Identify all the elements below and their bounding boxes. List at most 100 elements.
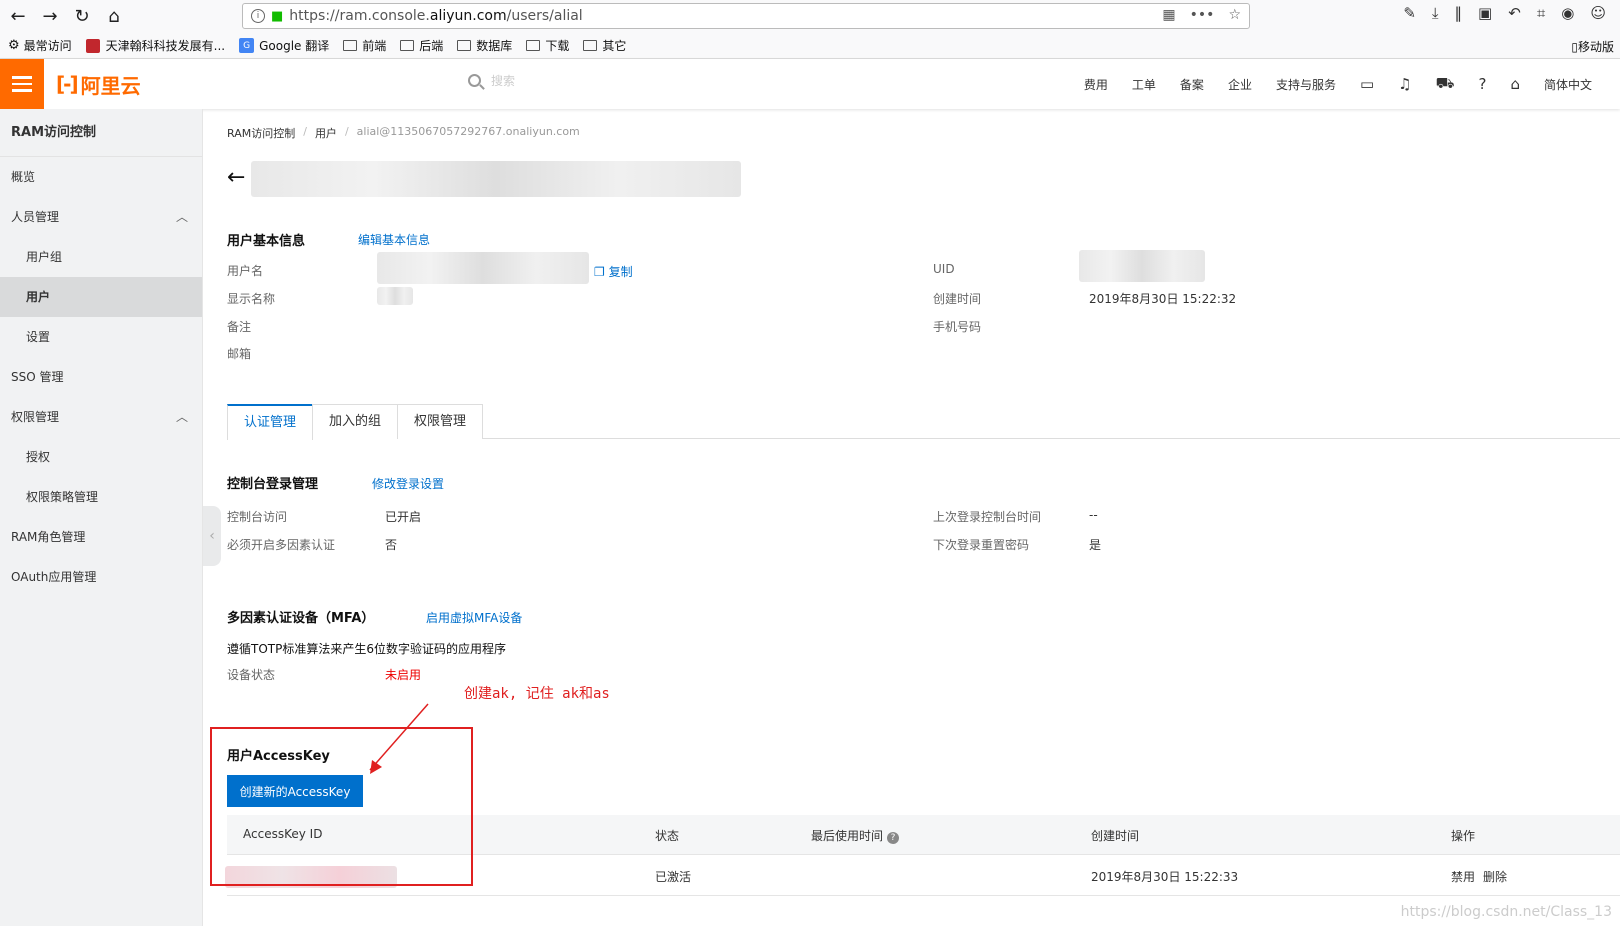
back-icon[interactable]: ← [4,3,32,31]
sidebar-item-oauth[interactable]: OAuth应用管理 [0,557,202,597]
email-label: 邮箱 [227,347,252,361]
star-icon[interactable]: ☆ [1228,7,1241,23]
last-login-label: 上次登录控制台时间 [933,510,1042,524]
bookmark-mobile[interactable]: ▯ 移动版 [1571,38,1614,55]
more-icon[interactable]: ••• [1190,7,1215,23]
bookmark-backend[interactable]: 后端 [400,37,443,54]
aliyun-logo[interactable]: [-] 阿里云 [56,70,141,99]
breadcrumb: RAM访问控制 / 用户 / alial@1135067057292767.on… [227,125,580,141]
tab-permissions[interactable]: 权限管理 [397,404,484,439]
home-icon[interactable]: ⌂ [100,3,128,31]
download-icon[interactable]: ⤓ [1432,4,1439,22]
info-icon[interactable]: i [251,9,265,23]
help-icon[interactable]: ? [887,832,900,844]
mfa-required-label: 必须开启多因素认证 [227,538,336,552]
folder-icon [457,40,472,51]
home-icon[interactable]: ⌂ [1510,75,1520,93]
sidebar-item-groups[interactable]: 用户组 [0,237,202,277]
watermark: https://blog.csdn.net/Class_13 [1400,904,1612,920]
qr-icon[interactable]: ▦ [1162,7,1175,23]
basic-info-title: 用户基本信息 [227,234,306,249]
col-created: 创建时间 [1091,829,1140,843]
nav-support[interactable]: 支持与服务 [1276,76,1336,93]
disable-link[interactable]: 禁用 [1451,868,1475,885]
bookmark-most-visited[interactable]: ⚙ 最常访问 [8,37,72,54]
sidebar-item-users[interactable]: 用户 [0,277,202,317]
delete-link[interactable]: 删除 [1483,868,1507,885]
folder-icon [343,40,358,51]
forward-icon[interactable]: → [36,3,64,31]
bookmark-frontend[interactable]: 前端 [343,37,386,54]
search-icon [468,74,481,87]
reset-password-value: 是 [1089,538,1102,552]
bookmark-other[interactable]: 其它 [583,37,626,54]
edit-login-link[interactable]: 修改登录设置 [372,475,444,492]
nav-record[interactable]: 备案 [1180,76,1204,93]
search-box[interactable]: 搜索 [468,72,515,89]
sidebar-item-people[interactable]: 人员管理 ︿ [0,197,202,237]
bookmark-database[interactable]: 数据库 [457,37,512,54]
tab-groups[interactable]: 加入的组 [312,404,399,439]
breadcrumb-users[interactable]: 用户 [315,125,337,141]
row-status: 已激活 [655,870,692,884]
lock-icon: ■ [271,8,284,24]
nav-ticket[interactable]: 工单 [1132,76,1156,93]
bell-icon[interactable]: ♫ [1398,75,1411,93]
folder-icon [583,40,598,51]
sidebar-item-settings[interactable]: 设置 [0,317,202,357]
terminal-icon[interactable]: ▭ [1360,75,1374,93]
wrench-icon[interactable]: ✎ [1403,4,1416,22]
phone-icon: ▯ [1571,39,1578,54]
sidebar-item-permissions[interactable]: 权限管理 ︿ [0,397,202,437]
chevron-up-icon: ︿ [175,410,188,424]
sidebar-item-policies[interactable]: 权限策略管理 [0,477,202,517]
nav-fee[interactable]: 费用 [1084,76,1108,93]
bookmark-tianjin[interactable]: 天津翰科科技发展有... [85,37,225,54]
console-access-label: 控制台访问 [227,510,288,524]
created-time-value: 2019年8月30日 15:22:32 [1089,292,1237,306]
cart-icon[interactable]: ⛟ [1436,74,1455,94]
copy-button[interactable]: ❐ 复制 [594,263,633,280]
account-icon[interactable]: ☺ [1590,4,1606,22]
tab-auth[interactable]: 认证管理 [227,404,314,440]
site-icon [85,38,100,53]
col-last-used: 最后使用时间? [811,827,900,844]
gear-icon: ⚙ [8,38,20,53]
login-section-title: 控制台登录管理 [227,477,319,492]
nav-enterprise[interactable]: 企业 [1228,76,1252,93]
crop-icon[interactable]: ⌗ [1537,4,1545,22]
library-icon[interactable]: ‖ [1455,4,1463,22]
hamburger-menu-button[interactable] [0,59,44,109]
bookmark-google-translate[interactable]: G Google 翻译 [239,37,329,54]
device-status-value: 未启用 [385,668,422,682]
url-suffix: /users/alial [506,8,583,24]
sidebar-item-sso[interactable]: SSO 管理 [0,357,202,397]
console-header: [-] 阿里云 搜索 费用 工单 备案 企业 支持与服务 ▭ ♫ ⛟ ? ⌂ 简体… [0,59,1620,109]
remark-label: 备注 [227,320,252,334]
help-icon[interactable]: ? [1478,75,1486,93]
sidebar-title: RAM访问控制 [0,109,202,157]
back-arrow-icon[interactable]: ← [227,165,245,190]
chat-icon[interactable]: ◉ [1561,4,1574,22]
copy-icon: ❐ [594,265,609,279]
breadcrumb-separator: / [303,125,307,138]
username-label: 用户名 [227,264,264,278]
edit-basic-info-link[interactable]: 编辑基本信息 [358,231,430,248]
sidebar-icon[interactable]: ▣ [1478,4,1492,22]
url-bar[interactable]: i ■ https://ram.console. aliyun.com/users… [242,3,1250,29]
display-name-label: 显示名称 [227,292,276,306]
bookmark-download[interactable]: 下载 [526,37,569,54]
language-switch[interactable]: 简体中文 [1544,76,1592,93]
bookmarks-bar: ⚙ 最常访问 天津翰科科技发展有... G Google 翻译 前端 后端 数据库 … [0,33,1620,59]
undo-icon[interactable]: ↶ [1508,4,1521,22]
sidebar-item-roles[interactable]: RAM角色管理 [0,517,202,557]
sidebar-item-overview[interactable]: 概览 [0,157,202,197]
reload-icon[interactable]: ↻ [68,3,96,31]
sidebar-collapse-handle[interactable]: ‹ [203,506,221,566]
breadcrumb-root[interactable]: RAM访问控制 [227,125,295,141]
enable-mfa-link[interactable]: 启用虚拟MFA设备 [426,609,522,626]
chevron-up-icon: ︿ [175,210,188,224]
uid-label: UID [933,262,955,276]
device-status-label: 设备状态 [227,668,276,682]
sidebar-item-grants[interactable]: 授权 [0,437,202,477]
